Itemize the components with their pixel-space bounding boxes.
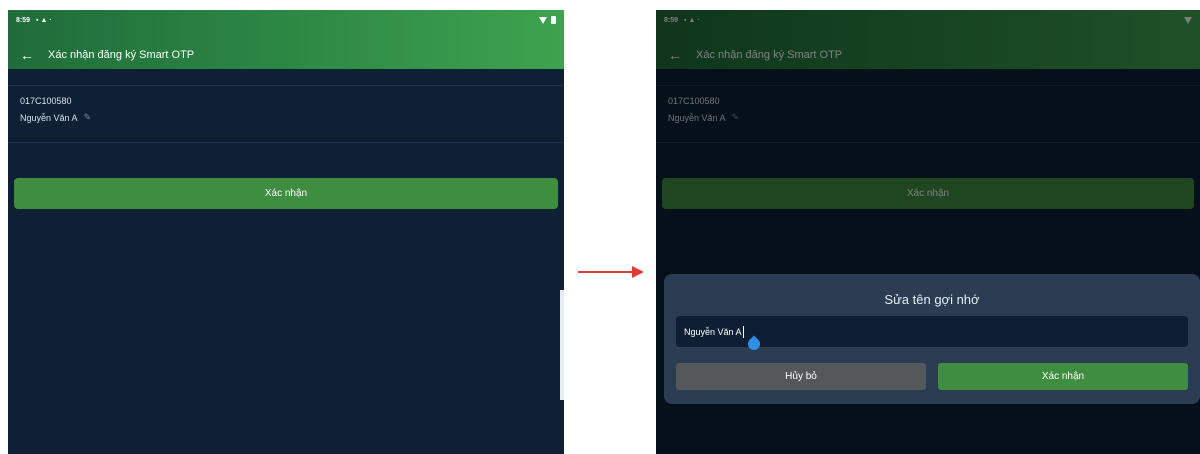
notification-icon: ▪ ▲ · — [36, 16, 52, 24]
cancel-button[interactable]: Hủy bỏ — [676, 363, 926, 390]
rename-dialog: Sửa tên gợi nhớ Nguyễn Văn A Hủy bỏ Xác … — [664, 274, 1200, 404]
cursor-handle-icon[interactable] — [745, 335, 763, 353]
status-time: 8:59 — [16, 16, 31, 24]
screen-after: 8:59 ▪ ▲ · ← Xác nhận đăng ký Smart OTP … — [656, 10, 1200, 454]
dialog-title: Sửa tên gợi nhớ — [884, 292, 980, 307]
confirm-button[interactable]: Xác nhận — [14, 178, 558, 209]
pencil-icon[interactable]: ✎ — [84, 112, 92, 123]
account-number: 017C100580 — [20, 96, 72, 106]
dialog-actions: Hủy bỏ Xác nhận — [674, 363, 1190, 390]
text-cursor — [742, 325, 744, 338]
account-name: Nguyễn Văn A — [20, 112, 78, 123]
arrow-right-icon — [578, 266, 644, 278]
battery-icon — [551, 16, 556, 24]
app-bar: 8:59 ▪ ▲ · ← Xác nhận đăng ký Smart OTP — [8, 10, 564, 69]
status-bar: 8:59 ▪ ▲ · — [8, 10, 564, 30]
page-title: Xác nhận đăng ký Smart OTP — [48, 49, 195, 61]
scrollbar[interactable] — [560, 290, 564, 400]
screen-before: 8:59 ▪ ▲ · ← Xác nhận đăng ký Smart OTP … — [8, 10, 564, 454]
account-info: 017C100580 Nguyễn Văn A ✎ — [8, 85, 564, 143]
input-text: Nguyễn Văn A — [684, 326, 742, 337]
toolbar: ← Xác nhận đăng ký Smart OTP — [8, 44, 564, 66]
nickname-input[interactable]: Nguyễn Văn A — [676, 316, 1188, 353]
dialog-confirm-button[interactable]: Xác nhận — [938, 363, 1188, 390]
name-row: Nguyễn Văn A ✎ — [20, 112, 564, 123]
signal-icon — [539, 16, 547, 24]
arrow-left-icon[interactable]: ← — [20, 48, 34, 62]
